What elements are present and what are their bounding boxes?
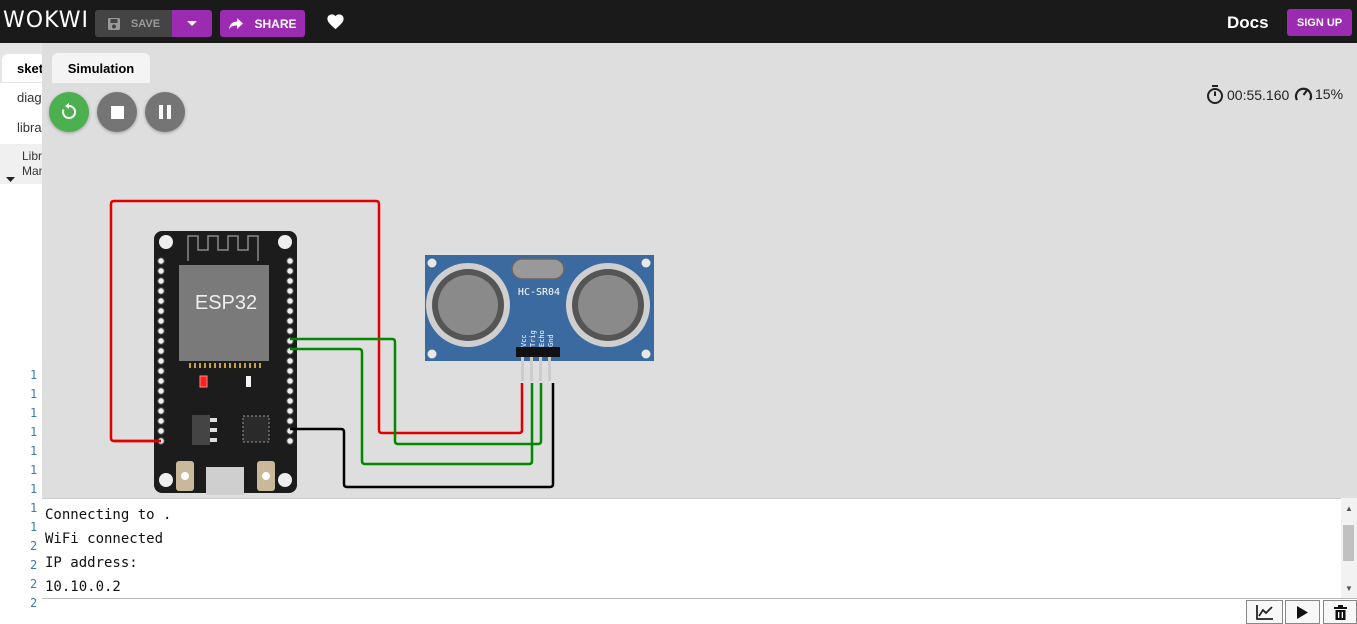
pin-label-gnd: Gnd <box>547 334 555 347</box>
line-number: 1 <box>30 425 38 439</box>
editor-panel: sketch diagram.json libraries.txt Librar… <box>0 43 43 623</box>
esp32-label: ESP32 <box>195 292 257 314</box>
top-bar: WOKWI SAVE SHARE Docs SIGN UP <box>0 0 1357 43</box>
line-numbers: 1 1 1 1 1 1 1 1 1 2 2 2 2 <box>30 366 37 613</box>
line-number: 1 <box>30 368 38 382</box>
pin-label-trig: Trig <box>529 330 537 347</box>
plotter-button[interactable] <box>1246 600 1283 624</box>
line-number: 2 <box>30 596 38 610</box>
scrollbar-thumb[interactable] <box>1343 525 1354 561</box>
line-number: 1 <box>30 501 38 515</box>
editor-tabs: sketch <box>0 43 42 83</box>
pin-label-echo: Echo <box>538 330 546 347</box>
line-number: 2 <box>30 558 38 572</box>
library-manager-label: Library Manager <box>22 149 43 178</box>
line-number: 1 <box>30 387 38 401</box>
pin-label-vcc: Vcc <box>520 334 528 347</box>
chart-line-icon <box>1255 605 1273 620</box>
esp32-board[interactable]: ESP32 <box>154 231 297 495</box>
line-number: 1 <box>30 406 38 420</box>
line-number: 1 <box>30 482 38 496</box>
scroll-up-arrow[interactable]: ▲ <box>1345 504 1353 513</box>
scroll-down-arrow[interactable]: ▼ <box>1345 584 1353 593</box>
save-label: SAVE <box>130 17 161 30</box>
heart-icon[interactable] <box>326 13 345 30</box>
play-button[interactable] <box>1285 600 1320 624</box>
line-number: 2 <box>30 539 38 553</box>
caret-down-icon <box>187 20 197 26</box>
caret-down-icon <box>6 177 15 182</box>
console-line: 10.10.0.2 <box>45 579 121 595</box>
tab-sketch[interactable]: sketch <box>2 54 42 82</box>
floppy-icon <box>107 17 120 30</box>
save-dropdown-button[interactable] <box>172 10 212 37</box>
library-manager-tab[interactable]: Library Manager <box>0 144 42 184</box>
console-scrollbar[interactable]: ▲ ▼ <box>1341 498 1357 598</box>
line-number: 1 <box>30 463 38 477</box>
line-number: 2 <box>30 577 38 591</box>
share-label: SHARE <box>254 16 297 31</box>
share-arrow-icon <box>229 17 244 29</box>
line-number: 1 <box>30 520 38 534</box>
console-line: IP address: <box>45 555 138 571</box>
wire-green-echo <box>290 347 534 466</box>
signup-button[interactable]: SIGN UP <box>1287 9 1352 36</box>
line-number: 1 <box>30 444 38 458</box>
wire-black-gnd <box>290 383 555 489</box>
share-button[interactable]: SHARE <box>220 10 305 37</box>
save-button[interactable]: SAVE <box>95 10 172 37</box>
hc-sr04-sensor[interactable]: HC-SR04 Vcc Trig Echo Gnd <box>425 255 654 381</box>
trash-icon <box>1333 604 1347 620</box>
simulation-panel[interactable]: Simulation 00:55.160 15% ESP32 HC-SR04 V… <box>42 43 1357 498</box>
sensor-label: HC-SR04 <box>518 287 560 298</box>
console-toolbar <box>42 598 1357 624</box>
console-line: Connecting to . <box>45 507 172 523</box>
play-icon <box>1297 605 1308 619</box>
console-line: WiFi connected <box>45 531 164 547</box>
tab-diagram[interactable]: diagram.json <box>17 90 42 105</box>
tab-libraries[interactable]: libraries.txt <box>17 120 42 135</box>
wokwi-logo[interactable]: WOKWI <box>3 8 89 33</box>
serial-monitor[interactable]: Connecting to . WiFi connected IP addres… <box>42 498 1341 599</box>
circuit-canvas: ESP32 HC-SR04 Vcc Trig Echo Gnd <box>109 199 654 495</box>
docs-link[interactable]: Docs <box>1227 13 1269 33</box>
clear-console-button[interactable] <box>1323 600 1357 624</box>
